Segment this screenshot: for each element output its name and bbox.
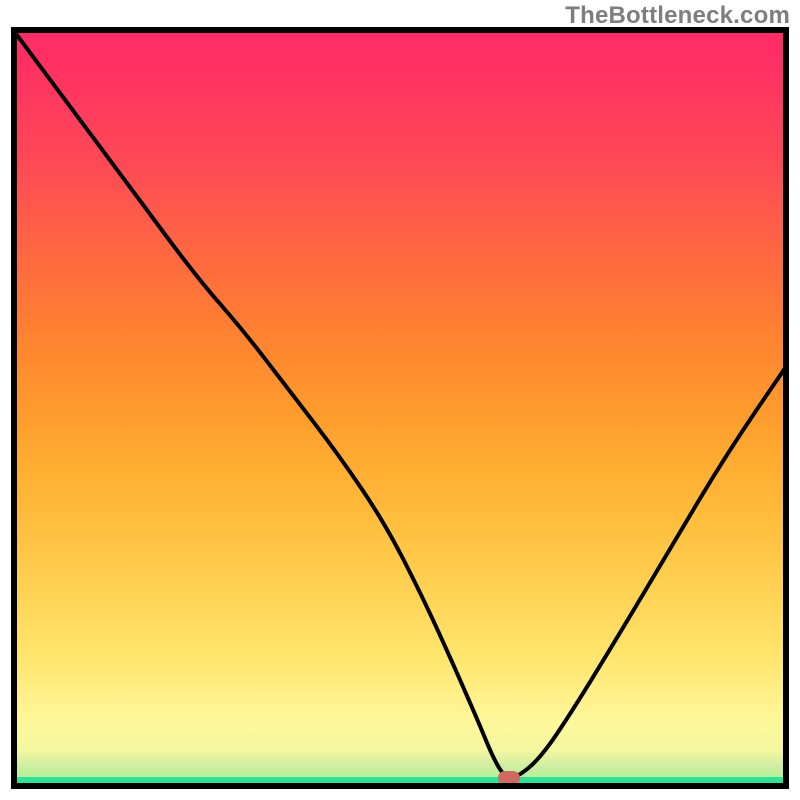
optimal-point-marker [498,771,520,785]
plot-frame [11,27,789,789]
chart-container: TheBottleneck.com [0,0,800,800]
watermark-text: TheBottleneck.com [565,2,790,30]
gradient-background [11,27,789,789]
